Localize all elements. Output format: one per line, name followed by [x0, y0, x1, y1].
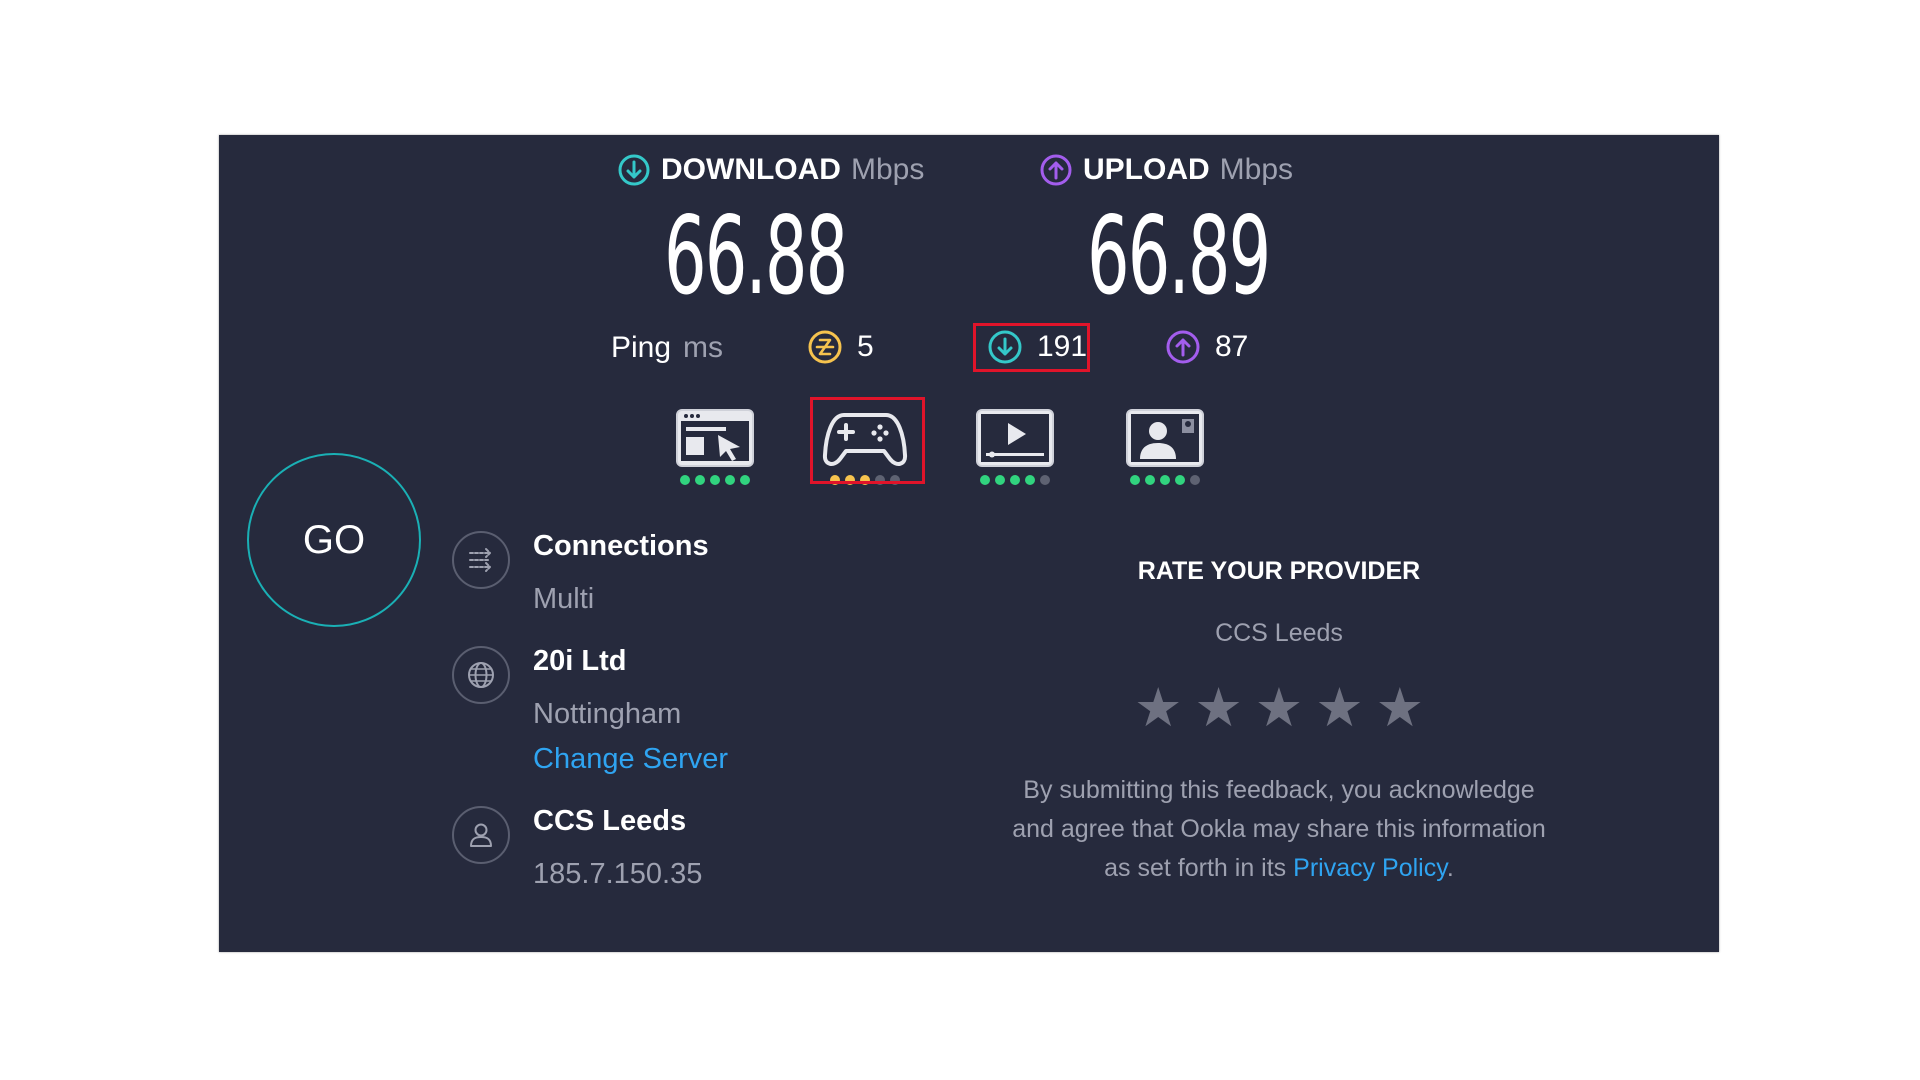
star-icon[interactable]: ★: [1315, 681, 1363, 735]
user-icon: [452, 806, 510, 864]
download-label: DOWNLOAD: [661, 153, 841, 186]
rating-dot: [695, 475, 705, 485]
upload-label: UPLOAD: [1083, 153, 1210, 186]
ping-upload-value: 87: [1215, 330, 1249, 363]
star-icon[interactable]: ★: [1255, 681, 1303, 735]
rating-dot: [995, 475, 1005, 485]
idle-latency-icon: [808, 330, 842, 364]
rating-dot: [710, 475, 720, 485]
go-button[interactable]: GO: [247, 453, 421, 627]
usecase-video-call: [1115, 407, 1215, 485]
usecase-rating-web-browsing: [680, 475, 750, 485]
feedback-disclaimer: By submitting this feedback, you acknowl…: [1009, 771, 1549, 888]
download-value: 66.88: [664, 194, 848, 319]
star-icon[interactable]: ★: [1194, 681, 1242, 735]
star-icon[interactable]: ★: [1134, 681, 1182, 735]
rating-dot: [1130, 475, 1140, 485]
upload-value: 66.89: [1087, 194, 1271, 319]
globe-icon: [452, 646, 510, 704]
ping-unit: ms: [683, 331, 724, 364]
privacy-policy-link[interactable]: Privacy Policy: [1293, 854, 1447, 882]
upload-header: UPLOAD Mbps: [1039, 153, 1293, 187]
rating-dot: [1010, 475, 1020, 485]
web-browsing-icon: [676, 409, 754, 467]
highlight-box-gaming: [810, 397, 925, 484]
connections-icon: [452, 531, 510, 589]
star-rating[interactable]: ★ ★ ★ ★ ★: [1059, 681, 1499, 735]
connections-value[interactable]: Multi: [533, 583, 594, 616]
ping-label: Ping: [611, 331, 672, 364]
video-call-icon: [1126, 409, 1204, 467]
rating-dot: [1175, 475, 1185, 485]
provider-ip: 185.7.150.35: [533, 858, 703, 890]
disclaimer-text: By submitting this feedback, you acknowl…: [1012, 776, 1546, 882]
server-title: 20i Ltd: [533, 645, 627, 677]
video-streaming-icon: [976, 409, 1054, 467]
disclaimer-end: .: [1446, 854, 1454, 882]
download-header: DOWNLOAD Mbps: [617, 153, 924, 187]
provider-title: CCS Leeds: [533, 805, 687, 837]
usecase-rating-video-call: [1130, 475, 1200, 485]
star-icon[interactable]: ★: [1376, 681, 1424, 735]
upload-unit: Mbps: [1219, 153, 1294, 186]
change-server-link[interactable]: Change Server: [533, 743, 728, 776]
download-unit: Mbps: [850, 153, 925, 186]
rating-dot: [725, 475, 735, 485]
rating-dot: [1160, 475, 1170, 485]
usecase-rating-video-streaming: [980, 475, 1050, 485]
rating-dot: [1145, 475, 1155, 485]
upload-latency-icon: [1166, 330, 1200, 364]
rating-dot: [1025, 475, 1035, 485]
usecase-web-browsing: [665, 407, 765, 485]
usecase-video-streaming: [965, 407, 1065, 485]
rating-dot: [680, 475, 690, 485]
ping-idle: 5: [807, 329, 874, 365]
highlight-box-download-latency: [973, 323, 1090, 372]
rate-provider-title: RATE YOUR PROVIDER: [1137, 557, 1421, 585]
download-arrow-icon: [618, 154, 650, 186]
speedtest-panel: DOWNLOAD Mbps 66.88 UPLOAD Mbps 66.89 Pi…: [219, 135, 1719, 952]
rating-dot: [1040, 475, 1050, 485]
upload-arrow-icon: [1040, 154, 1072, 186]
server-location: Nottingham: [533, 698, 682, 730]
connections-title: Connections: [533, 530, 709, 562]
rate-provider-name: CCS Leeds: [1215, 619, 1343, 647]
ping-upload: 87: [1165, 329, 1248, 365]
rating-dot: [980, 475, 990, 485]
ping-label-group: Ping ms: [611, 331, 723, 365]
rating-dot: [740, 475, 750, 485]
rating-dot: [1190, 475, 1200, 485]
ping-idle-value: 5: [857, 330, 874, 363]
